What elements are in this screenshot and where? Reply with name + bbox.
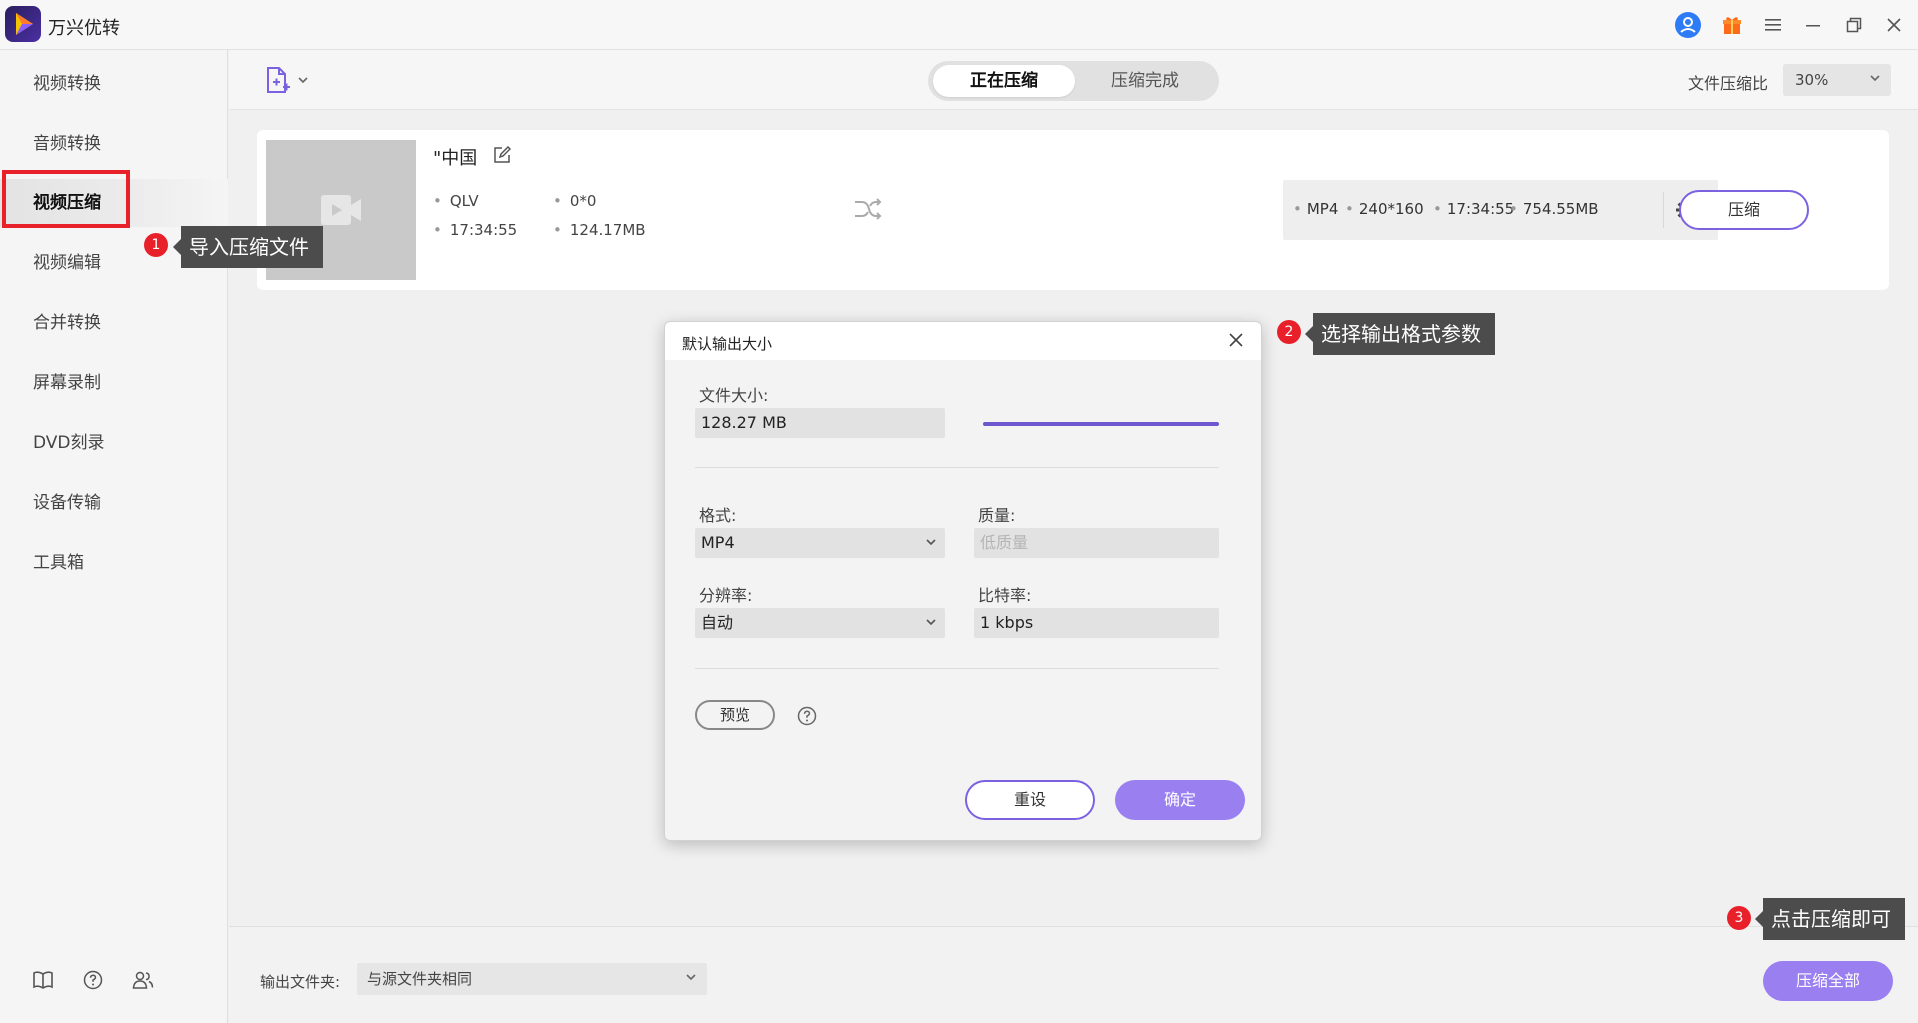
step-callout: 导入压缩文件: [173, 226, 323, 268]
help-icon[interactable]: [797, 706, 817, 726]
add-file-icon: [267, 67, 290, 93]
chevron-down-icon: [926, 539, 936, 546]
tab-compressing[interactable]: 正在压缩: [933, 65, 1075, 97]
source-duration: 17:34:55: [433, 221, 517, 239]
quality-field: 低质量: [974, 528, 1219, 558]
bitrate-field[interactable]: 1 kbps: [974, 608, 1219, 638]
resolution-select[interactable]: 自动: [695, 608, 945, 638]
close-icon[interactable]: [1227, 331, 1245, 349]
app-logo: [5, 6, 41, 42]
convert-arrow-icon: [853, 196, 883, 222]
step-marker: 1: [144, 233, 168, 257]
output-resolution: 240*160: [1345, 200, 1424, 218]
slider-fill: [983, 422, 1219, 426]
preview-button[interactable]: 预览: [695, 700, 775, 730]
divider: [695, 467, 1219, 468]
output-size: 754.55MB: [1509, 200, 1599, 218]
compression-ratio-label: 文件压缩比: [1688, 74, 1769, 93]
output-size-dialog: 默认输出大小 文件大小: 128.27 MB 格式: MP4 质量: 低质量 分…: [664, 321, 1262, 841]
title-bar: 万兴优转: [0, 0, 1918, 50]
gift-icon[interactable]: [1718, 11, 1746, 39]
reset-button[interactable]: 重设: [965, 780, 1095, 820]
account-icon[interactable]: [1674, 11, 1702, 39]
chevron-down-icon: [298, 77, 308, 84]
minimize-icon[interactable]: [1799, 11, 1827, 39]
file-size-label: 文件大小:: [699, 386, 769, 405]
compress-button[interactable]: 压缩: [1679, 190, 1809, 230]
compression-ratio-value: 30%: [1795, 71, 1829, 89]
toolbar: 正在压缩 压缩完成 文件压缩比 30%: [229, 50, 1918, 110]
video-icon: [321, 195, 361, 225]
step-callout: 选择输出格式参数: [1305, 313, 1495, 355]
file-size-field[interactable]: 128.27 MB: [695, 408, 945, 438]
add-file-button[interactable]: [265, 66, 309, 94]
step-callout: 点击压缩即可: [1755, 898, 1905, 940]
users-icon[interactable]: [131, 968, 155, 992]
chevron-down-icon: [1870, 75, 1880, 82]
restore-icon[interactable]: [1840, 11, 1868, 39]
output-settings[interactable]: MP4 240*160 17:34:55 754.55MB: [1283, 180, 1718, 240]
sidebar-item-video-convert[interactable]: 视频转换: [0, 60, 228, 108]
resolution-value: 自动: [701, 613, 734, 632]
book-icon[interactable]: [31, 968, 55, 992]
dialog-title: 默认输出大小: [682, 335, 773, 353]
file-name: "中国: [433, 148, 478, 169]
sidebar-item-screen-record[interactable]: 屏幕录制: [0, 359, 228, 407]
close-icon[interactable]: [1880, 11, 1908, 39]
help-icon[interactable]: [81, 968, 105, 992]
edit-icon[interactable]: [493, 146, 511, 164]
format-value: MP4: [701, 533, 735, 552]
divider: [1663, 192, 1664, 228]
bitrate-label: 比特率:: [978, 586, 1032, 605]
chevron-down-icon: [926, 619, 936, 626]
output-format: MP4: [1293, 200, 1339, 218]
compression-ratio-select[interactable]: 30%: [1783, 64, 1891, 96]
ok-button[interactable]: 确定: [1115, 780, 1245, 820]
resolution-label: 分辨率:: [699, 586, 753, 605]
highlight-box: [2, 170, 130, 228]
chevron-down-icon: [686, 974, 696, 981]
sidebar-item-audio-convert[interactable]: 音频转换: [0, 120, 228, 168]
divider: [695, 668, 1219, 669]
step-marker: 3: [1727, 906, 1751, 930]
source-resolution: 0*0: [553, 192, 597, 210]
format-label: 格式:: [699, 506, 737, 525]
source-size: 124.17MB: [553, 221, 646, 239]
output-folder-value: 与源文件夹相同: [367, 970, 473, 988]
compress-all-button[interactable]: 压缩全部: [1763, 961, 1893, 1001]
source-format: QLV: [433, 192, 479, 210]
step-marker: 2: [1277, 320, 1301, 344]
quality-label: 质量:: [978, 506, 1016, 525]
menu-icon[interactable]: [1759, 11, 1787, 39]
dialog-header: 默认输出大小: [665, 322, 1261, 360]
output-folder-label: 输出文件夹:: [260, 973, 341, 991]
sidebar-item-toolbox[interactable]: 工具箱: [0, 539, 228, 587]
file-card: "中国 QLV 0*0 17:34:55 124.17MB MP4 240*16…: [257, 130, 1889, 290]
output-duration: 17:34:55: [1433, 200, 1514, 218]
output-folder-select[interactable]: 与源文件夹相同: [357, 963, 707, 995]
app-title: 万兴优转: [48, 18, 120, 39]
bottom-bar: 输出文件夹: 与源文件夹相同 压缩全部: [229, 926, 1918, 1023]
tab-compressed[interactable]: 压缩完成: [1076, 65, 1214, 97]
sidebar-item-merge-convert[interactable]: 合并转换: [0, 299, 228, 347]
format-select[interactable]: MP4: [695, 528, 945, 558]
sidebar-item-device-transfer[interactable]: 设备传输: [0, 479, 228, 527]
file-size-slider[interactable]: [983, 422, 1219, 426]
status-tabs: 正在压缩 压缩完成: [928, 61, 1219, 101]
sidebar-item-dvd-burn[interactable]: DVD刻录: [0, 419, 228, 467]
